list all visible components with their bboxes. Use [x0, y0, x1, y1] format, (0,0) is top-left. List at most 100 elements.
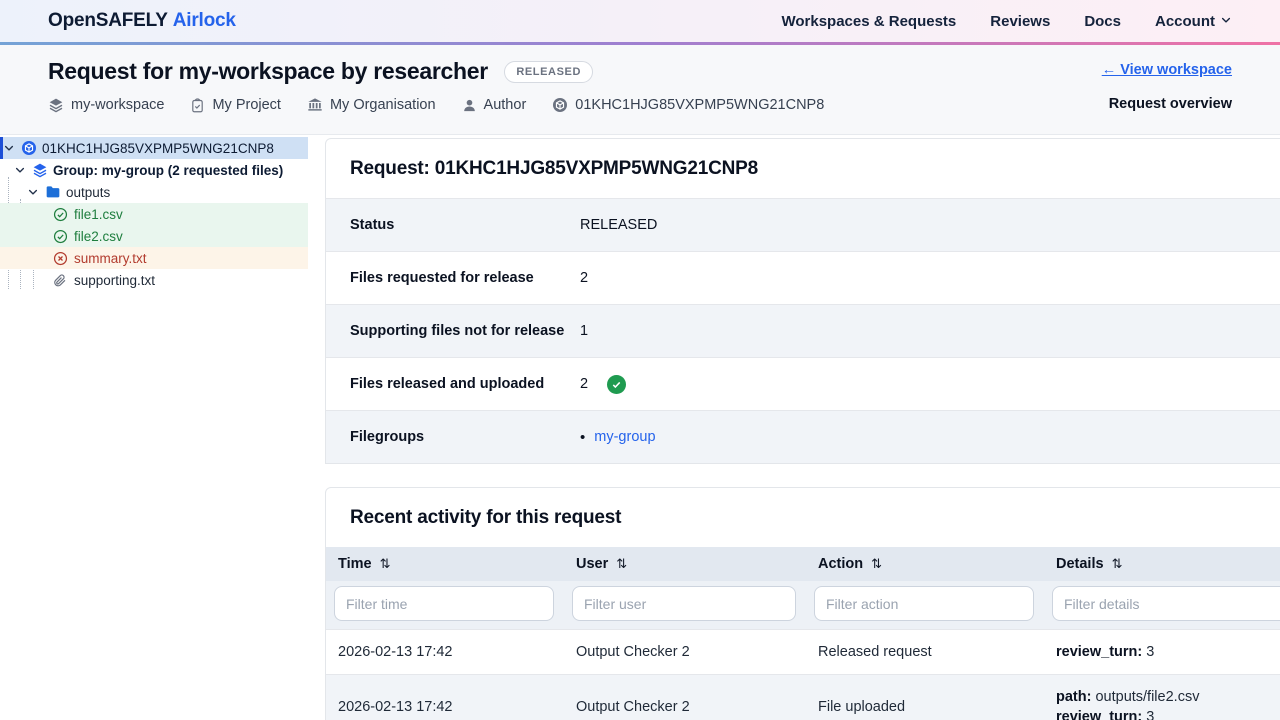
activity-row: 2026-02-13 17:42Output Checker 2Released…: [326, 630, 1280, 675]
tree-item-file1.csv[interactable]: file1.csv: [0, 203, 308, 225]
activity-row: 2026-02-13 17:42Output Checker 2File upl…: [326, 675, 1280, 720]
tree-item-01khc1hjg85vxpmp5wng21cnp8[interactable]: 01KHC1HJG85VXPMP5WNG21CNP8: [0, 137, 308, 159]
meta-item: My Project: [190, 97, 281, 113]
header-meta: my-workspace My Project My Organisation Aut…: [48, 97, 824, 113]
filegroup-bullet: •: [580, 429, 585, 446]
summary-row-label: Status: [350, 217, 580, 233]
organisation-icon: [307, 97, 323, 113]
nav-items: Workspaces & Requests Reviews Docs Account: [781, 13, 1232, 30]
activity-cell-action: File uploaded: [806, 675, 1044, 720]
meta-item: My Organisation: [307, 97, 436, 113]
clipboard-icon: [190, 98, 205, 113]
tree-expand-chevron-icon[interactable]: [3, 142, 16, 154]
layers-icon: [32, 162, 48, 178]
activity-cell-time: 2026-02-13 17:42: [326, 630, 564, 675]
check-circle-icon: [53, 229, 69, 244]
sort-icon[interactable]: ⇅: [616, 556, 627, 571]
summary-row-value: 2: [580, 375, 626, 394]
summary-value-text: 2: [580, 270, 588, 286]
status-badge: RELEASED: [504, 61, 593, 83]
filter-user-input[interactable]: [572, 586, 796, 621]
folder-icon: [45, 184, 61, 200]
detail-line: review_turn: 3: [1056, 642, 1280, 662]
filter-details-input[interactable]: [1052, 586, 1280, 621]
summary-row-value: • my-group: [580, 429, 656, 446]
nav-item-docs[interactable]: Docs: [1084, 13, 1121, 30]
meta-item-label: 01KHC1HJG85VXPMP5WNG21CNP8: [575, 97, 824, 113]
request-card-title: Request: 01KHC1HJG85VXPMP5WNG21CNP8: [326, 139, 1280, 198]
activity-card-title: Recent activity for this request: [326, 488, 1280, 547]
activity-col-label: Time: [338, 556, 372, 572]
detail-value: outputs/file2.csv: [1095, 689, 1199, 705]
activity-col-header-action: Action ⇅: [806, 547, 1044, 581]
tree-item-supporting.txt[interactable]: supporting.txt: [0, 269, 308, 291]
summary-row-files-requested-for-release: Files requested for release2: [326, 251, 1280, 304]
tree-item-group-my-group-2-requested-files[interactable]: Group: my-group (2 requested files): [0, 159, 308, 181]
nav-item-reviews[interactable]: Reviews: [990, 13, 1050, 30]
tree-item-label: supporting.txt: [74, 273, 155, 288]
paperclip-icon: [53, 273, 69, 287]
filter-time-input[interactable]: [334, 586, 554, 621]
activity-col-label: Action: [818, 556, 863, 572]
tree-expand-chevron-icon[interactable]: [27, 186, 40, 198]
activity-col-header-time: Time ⇅: [326, 547, 564, 581]
activity-cell-details: path: outputs/file2.csvreview_turn: 3: [1044, 675, 1280, 720]
activity-cell-details: review_turn: 3: [1044, 630, 1280, 675]
tree-item-summary.txt[interactable]: summary.txt: [0, 247, 308, 269]
detail-value: 3: [1146, 644, 1154, 660]
page-header-right: ← View workspace Request overview: [1102, 58, 1232, 120]
summary-row-label: Filegroups: [350, 429, 580, 445]
summary-value-text: RELEASED: [580, 217, 657, 233]
file-tree: 01KHC1HJG85VXPMP5WNG21CNP8 Group: my-grou…: [0, 137, 308, 291]
summary-row-label: Supporting files not for release: [350, 323, 580, 339]
sort-icon[interactable]: ⇅: [1112, 556, 1123, 571]
meta-item: my-workspace: [48, 97, 164, 113]
chevron-down-icon: [1220, 13, 1232, 30]
meta-item-label: Author: [484, 97, 527, 113]
top-nav: OpenSAFELYAirlock Workspaces & Requests R…: [0, 0, 1280, 45]
detail-key: review_turn:: [1056, 644, 1142, 660]
request-summary-card: Request: 01KHC1HJG85VXPMP5WNG21CNP8 Stat…: [325, 138, 1280, 464]
tree-item-label: 01KHC1HJG85VXPMP5WNG21CNP8: [42, 141, 274, 156]
sort-icon[interactable]: ⇅: [380, 556, 391, 571]
main-content: Request: 01KHC1HJG85VXPMP5WNG21CNP8 Stat…: [325, 138, 1280, 720]
app-logo[interactable]: OpenSAFELYAirlock: [48, 10, 236, 32]
filter-action-input[interactable]: [814, 586, 1034, 621]
activity-filter-cell: [1044, 581, 1280, 630]
summary-row-status: StatusRELEASED: [326, 198, 1280, 251]
summary-row-label: Files released and uploaded: [350, 376, 580, 392]
summary-row-files-released-and-uploaded: Files released and uploaded2: [326, 357, 1280, 410]
tree-expand-chevron-icon[interactable]: [14, 164, 27, 176]
activity-table: Time⇅User⇅Action⇅Details⇅ 2026-02-13 17:…: [326, 547, 1280, 720]
activity-col-header-details: Details⇅: [1044, 547, 1280, 581]
view-workspace-link[interactable]: ← View workspace: [1102, 62, 1232, 78]
nav-item-account[interactable]: Account: [1155, 13, 1232, 30]
tree-item-label: summary.txt: [74, 251, 147, 266]
filegroup-link[interactable]: my-group: [594, 429, 655, 445]
user-icon: [462, 98, 477, 113]
activity-cell-action: Released request: [806, 630, 1044, 675]
activity-filter-cell: [806, 581, 1044, 630]
logo-airlock: Airlock: [173, 10, 236, 31]
summary-row-value: 1: [580, 323, 588, 339]
uploaded-check-icon: [607, 375, 626, 394]
nav-item-label: Reviews: [990, 13, 1050, 30]
summary-value-text: 2: [580, 376, 588, 392]
summary-row-label: Files requested for release: [350, 270, 580, 286]
activity-col-label: User: [576, 556, 608, 572]
tree-item-outputs[interactable]: outputs: [0, 181, 308, 203]
nav-item-workspaces-requests[interactable]: Workspaces & Requests: [781, 13, 956, 30]
detail-key: review_turn:: [1056, 709, 1142, 720]
tree-item-file2.csv[interactable]: file2.csv: [0, 225, 308, 247]
content-layout: 01KHC1HJG85VXPMP5WNG21CNP8 Group: my-grou…: [0, 135, 1280, 717]
page-header: Request for my-workspace by researcher R…: [0, 45, 1280, 135]
detail-line: review_turn: 3: [1056, 707, 1280, 720]
sort-icon[interactable]: ⇅: [871, 556, 882, 571]
request-cube-icon: [21, 140, 37, 156]
activity-cell-time: 2026-02-13 17:42: [326, 675, 564, 720]
tree-item-label: Group: my-group (2 requested files): [53, 163, 283, 178]
activity-col-header-user: User ⇅: [564, 547, 806, 581]
nav-item-label: Workspaces & Requests: [781, 13, 956, 30]
check-circle-icon: [53, 207, 69, 222]
summary-row-filegroups: Filegroups• my-group: [326, 410, 1280, 463]
